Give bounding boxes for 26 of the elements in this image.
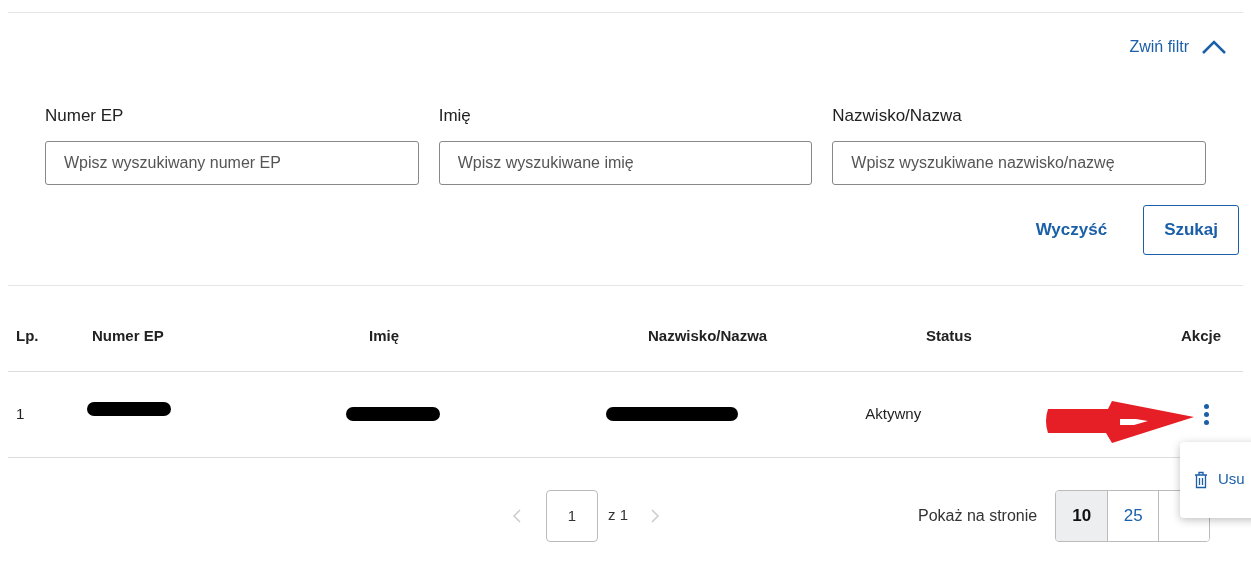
search-field[interactable]: Wpisz wyszukiwane nazwisko/nazwę bbox=[832, 140, 1206, 185]
trash-icon bbox=[1194, 470, 1208, 489]
chevron-icon bbox=[1201, 39, 1227, 55]
clear-button[interactable]: Wyczyść bbox=[1035, 216, 1108, 243]
column-header: Numer EP bbox=[92, 327, 164, 344]
field-label: Imię bbox=[438, 105, 472, 127]
page-size-option[interactable]: 10 bbox=[1056, 490, 1108, 541]
table-cell: 1 bbox=[16, 405, 25, 422]
delete-menu-item[interactable]: Usu bbox=[1194, 468, 1245, 491]
column-header: Imię bbox=[369, 327, 399, 344]
search-field[interactable]: Wpisz wyszukiwane imię bbox=[438, 140, 813, 185]
next-page-icon[interactable] bbox=[650, 508, 660, 523]
field-label: Nazwisko/Nazwa bbox=[832, 105, 963, 127]
search-button[interactable]: Szukaj bbox=[1143, 204, 1239, 255]
column-header: Nazwisko/Nazwa bbox=[648, 327, 768, 344]
previous-page-icon[interactable] bbox=[512, 508, 522, 523]
page-field[interactable]: 1 bbox=[546, 489, 598, 542]
page-count: z 1 bbox=[608, 505, 628, 526]
column-header: Akcje bbox=[1180, 327, 1221, 344]
field-label: Numer EP bbox=[45, 105, 125, 127]
page-size-label: Pokaż na stronie bbox=[918, 505, 1038, 526]
collapse-filter-button[interactable]: Zwiń filtr bbox=[1129, 35, 1227, 59]
table-cell: Aktywny bbox=[865, 405, 922, 422]
column-header: Status bbox=[926, 327, 972, 344]
column-header: Lp. bbox=[16, 327, 39, 344]
search-field[interactable]: Wpisz wyszukiwany numer EP bbox=[45, 140, 419, 185]
